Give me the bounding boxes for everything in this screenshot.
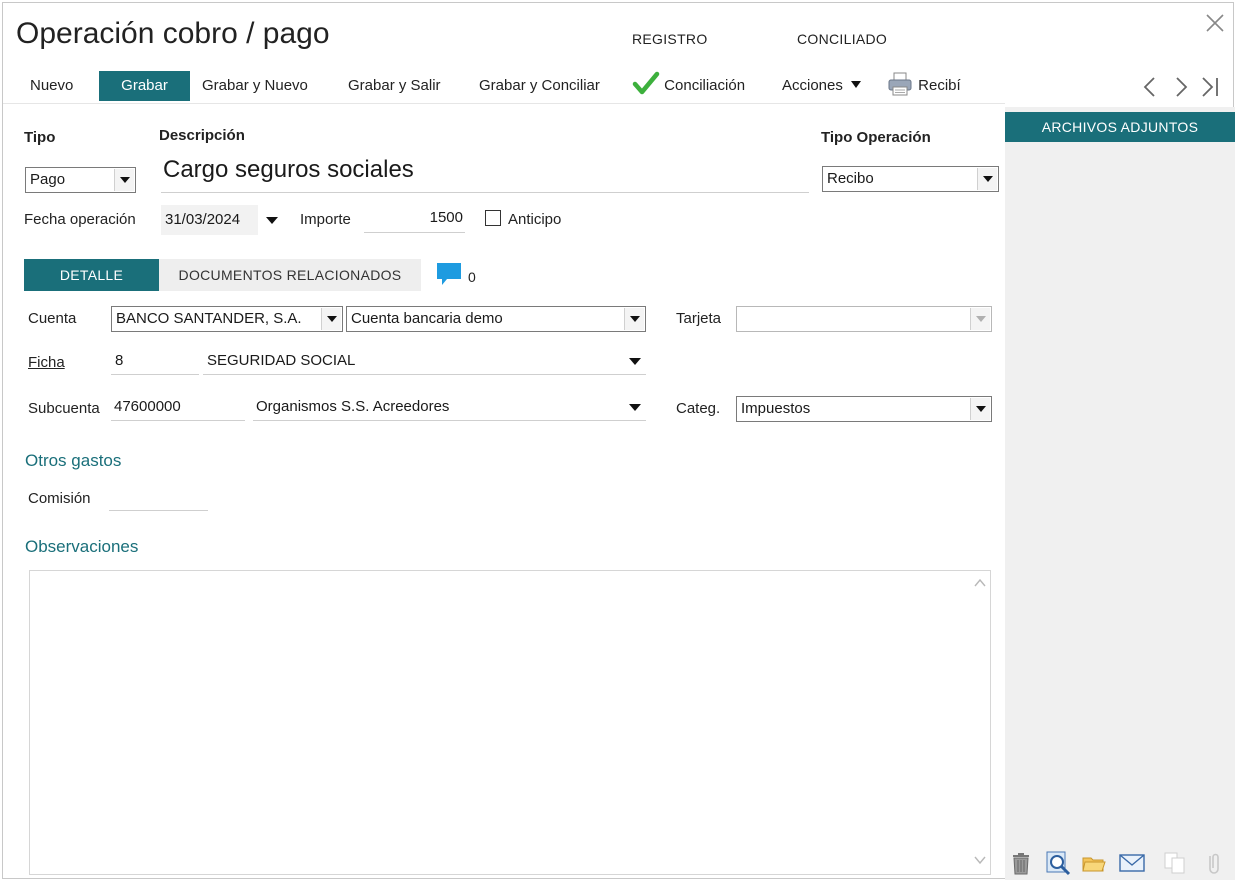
importe-field[interactable]: 1500 [364, 207, 465, 233]
tab-documentos-relacionados[interactable]: DOCUMENTOS RELACIONADOS [159, 259, 421, 291]
anticipo-label: Anticipo [508, 211, 562, 228]
nuevo-button[interactable]: Nuevo [30, 71, 73, 101]
categ-label: Categ. [676, 400, 721, 417]
comment-count: 0 [468, 269, 476, 285]
descripcion-label: Descripción [159, 127, 245, 144]
checkmark-icon [632, 71, 660, 97]
grabar-button[interactable]: Grabar [99, 71, 190, 101]
ficha-link[interactable]: Ficha [28, 354, 65, 371]
subcuenta-nombre-field[interactable]: Organismos S.S. Acreedores [253, 395, 646, 421]
previous-icon[interactable] [1139, 75, 1161, 99]
cuenta-banco-value: BANCO SANTANDER, S.A. [116, 310, 302, 327]
chevron-down-icon [624, 308, 644, 330]
fecha-field[interactable]: 31/03/2024 [161, 205, 258, 235]
cuenta-nombre-value: Cuenta bancaria demo [351, 310, 503, 327]
toolbar-divider [3, 103, 1005, 104]
close-icon[interactable] [1203, 11, 1227, 35]
trash-icon[interactable] [1008, 850, 1034, 876]
subcuenta-dropdown-icon[interactable] [629, 404, 641, 411]
last-icon[interactable] [1199, 75, 1221, 99]
importe-label: Importe [300, 211, 351, 228]
recibi-label: Recibí [918, 77, 961, 94]
subcuenta-label: Subcuenta [28, 400, 100, 417]
observaciones-textarea[interactable] [29, 570, 991, 875]
descripcion-field[interactable]: Cargo seguros sociales [161, 153, 809, 193]
categ-select[interactable]: Impuestos [736, 396, 992, 422]
folder-icon[interactable] [1081, 850, 1107, 876]
email-icon[interactable] [1118, 850, 1145, 876]
chevron-down-icon [970, 398, 990, 420]
grabar-conciliar-button[interactable]: Grabar y Conciliar [479, 71, 600, 101]
preview-icon[interactable] [1045, 850, 1071, 876]
cuenta-nombre-select[interactable]: Cuenta bancaria demo [346, 306, 646, 332]
tipo-label: Tipo [24, 129, 56, 146]
ficha-nombre-field[interactable]: SEGURIDAD SOCIAL [203, 349, 646, 375]
tarjeta-select[interactable] [736, 306, 992, 332]
next-icon[interactable] [1170, 75, 1192, 99]
tipo-operacion-value: Recibo [827, 170, 874, 187]
toolbar: Nuevo Grabar Grabar y Nuevo Grabar y Sal… [3, 69, 1235, 103]
chevron-down-icon [977, 168, 997, 190]
comment-icon[interactable] [434, 259, 464, 289]
attachments-header: ARCHIVOS ADJUNTOS [1005, 112, 1235, 142]
tab-detalle[interactable]: DETALLE [24, 259, 159, 291]
dropdown-arrow-icon [851, 81, 862, 89]
tarjeta-label: Tarjeta [676, 310, 722, 327]
date-dropdown-icon[interactable] [266, 217, 278, 224]
subcuenta-num-field[interactable]: 47600000 [111, 395, 245, 421]
acciones-button[interactable]: Acciones [782, 71, 862, 101]
tipo-value: Pago [30, 171, 66, 188]
attachments-panel: ARCHIVOS ADJUNTOS [1005, 107, 1235, 880]
categ-value: Impuestos [741, 400, 811, 417]
acciones-label: Acciones [782, 77, 843, 94]
otros-gastos-heading: Otros gastos [25, 451, 122, 470]
fecha-label: Fecha operación [24, 211, 136, 228]
comision-field[interactable] [109, 485, 208, 511]
copy-icon[interactable] [1162, 850, 1188, 876]
tipo-select[interactable]: Pago [25, 167, 136, 193]
printer-icon [886, 71, 914, 97]
grabar-nuevo-button[interactable]: Grabar y Nuevo [202, 71, 308, 101]
chevron-down-icon [114, 169, 134, 191]
status-registro: REGISTRO [632, 31, 708, 47]
conciliacion-button[interactable]: Conciliación [632, 71, 745, 101]
grabar-salir-button[interactable]: Grabar y Salir [348, 71, 441, 101]
chevron-down-icon [321, 308, 341, 330]
operation-window: Operación cobro / pago REGISTRO CONCILIA… [2, 2, 1235, 880]
window-title: Operación cobro / pago [16, 17, 330, 50]
conciliacion-label: Conciliación [664, 77, 746, 94]
ficha-dropdown-icon[interactable] [629, 358, 641, 365]
tipo-operacion-label: Tipo Operación [821, 129, 931, 146]
tipo-operacion-select[interactable]: Recibo [822, 166, 999, 192]
observaciones-text [30, 571, 990, 579]
cuenta-label: Cuenta [28, 310, 77, 327]
attach-icon[interactable] [1201, 850, 1227, 876]
chevron-down-icon [970, 308, 990, 330]
status-conciliado: CONCILIADO [797, 31, 888, 47]
anticipo-checkbox[interactable] [485, 210, 501, 226]
recibi-button[interactable]: Recibí [886, 71, 961, 101]
ficha-num-field[interactable]: 8 [111, 349, 199, 375]
comision-label: Comisión [28, 490, 91, 507]
observaciones-scrollbar[interactable] [970, 571, 990, 874]
observaciones-heading: Observaciones [25, 537, 139, 556]
cuenta-banco-select[interactable]: BANCO SANTANDER, S.A. [111, 306, 343, 332]
